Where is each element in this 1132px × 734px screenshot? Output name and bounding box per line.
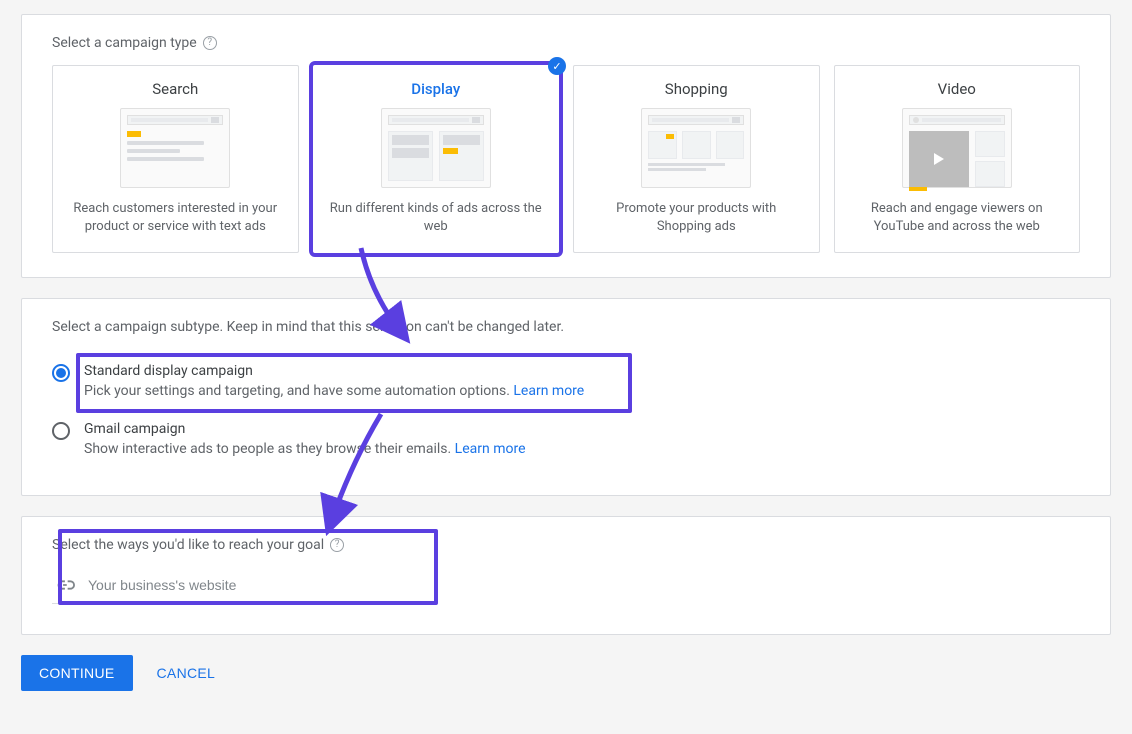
- annotation-arrows-icon: [21, 14, 1111, 734]
- page-root: Select a campaign type ? Search Reach cu…: [21, 14, 1111, 691]
